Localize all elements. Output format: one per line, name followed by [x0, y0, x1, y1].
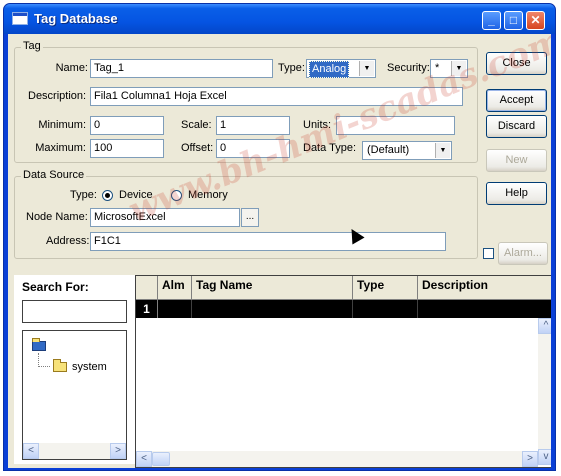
search-for-label: Search For: [22, 280, 89, 294]
datatype-dropdown[interactable]: (Default) ▼ [362, 141, 452, 160]
minimum-label: Minimum: [38, 119, 86, 131]
cell-tag-name[interactable] [192, 300, 353, 318]
client-area: Tag Name: Tag_1 Type: Analog ▼ Security:… [8, 34, 551, 468]
chevron-down-icon[interactable]: ▼ [435, 143, 450, 158]
tag-tree[interactable]: system < > [22, 330, 127, 460]
browse-node-button[interactable]: ... [241, 208, 259, 227]
scroll-right-icon[interactable]: > [522, 451, 538, 467]
grid-corner [136, 276, 158, 300]
scroll-up-icon[interactable]: ^ [538, 318, 551, 334]
address-label: Address: [46, 235, 90, 247]
column-header-tag-name[interactable]: Tag Name [192, 276, 353, 300]
tag-group-title: Tag [21, 40, 43, 52]
scroll-down-icon[interactable]: v [538, 449, 551, 465]
search-input[interactable] [22, 300, 127, 323]
grid-vertical-scrollbar[interactable]: ^ v [538, 318, 551, 465]
column-header-description[interactable]: Description [418, 276, 551, 300]
tree-item-system[interactable]: system [72, 361, 107, 373]
security-value: * [435, 62, 440, 74]
description-label: Description: [28, 90, 87, 102]
row-number[interactable]: 1 [136, 300, 158, 318]
scroll-left-icon[interactable]: < [136, 451, 152, 467]
root-folder-icon[interactable] [32, 338, 46, 351]
type-value: Analog [309, 61, 350, 78]
column-header-type[interactable]: Type [353, 276, 418, 300]
tree-horizontal-scrollbar[interactable]: < > [23, 443, 126, 459]
chevron-down-icon[interactable]: ▼ [359, 61, 374, 76]
datatype-label: Data Type: [303, 142, 356, 154]
maximum-field[interactable]: 100 [90, 139, 164, 158]
address-field[interactable]: F1C1 [90, 232, 446, 251]
tag-grid[interactable]: Alm Tag Name Type Description 1 ^ v < > [135, 275, 551, 468]
window-icon [12, 12, 28, 25]
chevron-down-icon[interactable]: ▼ [451, 61, 466, 76]
device-option-label[interactable]: Device [119, 189, 153, 201]
type-label: Type: [278, 62, 305, 74]
close-button[interactable]: Close [486, 52, 547, 75]
screen: Tag Database _ □ ✕ Tag Name: Tag_1 Type:… [0, 0, 561, 476]
memory-option-label[interactable]: Memory [188, 189, 228, 201]
alarm-checkbox[interactable] [483, 248, 494, 259]
units-field[interactable] [336, 116, 455, 135]
scroll-right-icon[interactable]: > [110, 443, 126, 459]
alarm-button[interactable]: Alarm... [498, 242, 548, 265]
minimum-field[interactable]: 0 [90, 116, 164, 135]
close-window-button[interactable]: ✕ [526, 11, 545, 30]
minimize-button[interactable]: _ [482, 11, 501, 30]
title-bar[interactable]: Tag Database _ □ ✕ [4, 4, 555, 34]
description-field[interactable]: Fila1 Columna1 Hoja Excel [90, 87, 463, 106]
offset-label: Offset: [181, 142, 214, 154]
system-folder-icon[interactable] [53, 359, 67, 372]
source-type-label: Type: [70, 189, 97, 201]
datatype-value: (Default) [367, 144, 410, 156]
type-dropdown[interactable]: Analog ▼ [306, 59, 376, 78]
device-radio[interactable] [102, 190, 113, 201]
grid-horizontal-scrollbar[interactable]: < > [136, 451, 538, 467]
scale-field[interactable]: 1 [216, 116, 290, 135]
column-header-alm[interactable]: Alm [158, 276, 192, 300]
cell-alm[interactable] [158, 300, 192, 318]
maximum-label: Maximum: [35, 142, 86, 154]
node-name-field[interactable]: MicrosoftExcel [90, 208, 240, 227]
units-label: Units: [303, 119, 332, 131]
cell-type[interactable] [353, 300, 418, 318]
offset-field[interactable]: 0 [216, 139, 290, 158]
window-title: Tag Database [34, 11, 118, 26]
scroll-thumb[interactable] [152, 452, 170, 466]
tree-line [38, 366, 50, 368]
accept-button[interactable]: Accept [486, 89, 547, 112]
datasource-group-title: Data Source [21, 169, 87, 181]
maximize-button[interactable]: □ [504, 11, 523, 30]
security-label: Security: [387, 62, 430, 74]
name-field[interactable]: Tag_1 [90, 59, 273, 78]
discard-button[interactable]: Discard [486, 115, 547, 138]
security-dropdown[interactable]: * ▼ [430, 59, 468, 78]
scale-label: Scale: [181, 119, 212, 131]
help-button[interactable]: Help [486, 182, 547, 205]
search-panel: Search For: system < > [14, 275, 135, 464]
memory-radio[interactable] [171, 190, 182, 201]
new-button[interactable]: New [486, 149, 547, 172]
node-name-label: Node Name: [26, 211, 88, 223]
tree-line [38, 353, 40, 367]
scroll-left-icon[interactable]: < [23, 443, 39, 459]
name-label: Name: [55, 62, 88, 74]
cell-description[interactable] [418, 300, 551, 318]
tag-database-window: Tag Database _ □ ✕ Tag Name: Tag_1 Type:… [3, 3, 556, 471]
